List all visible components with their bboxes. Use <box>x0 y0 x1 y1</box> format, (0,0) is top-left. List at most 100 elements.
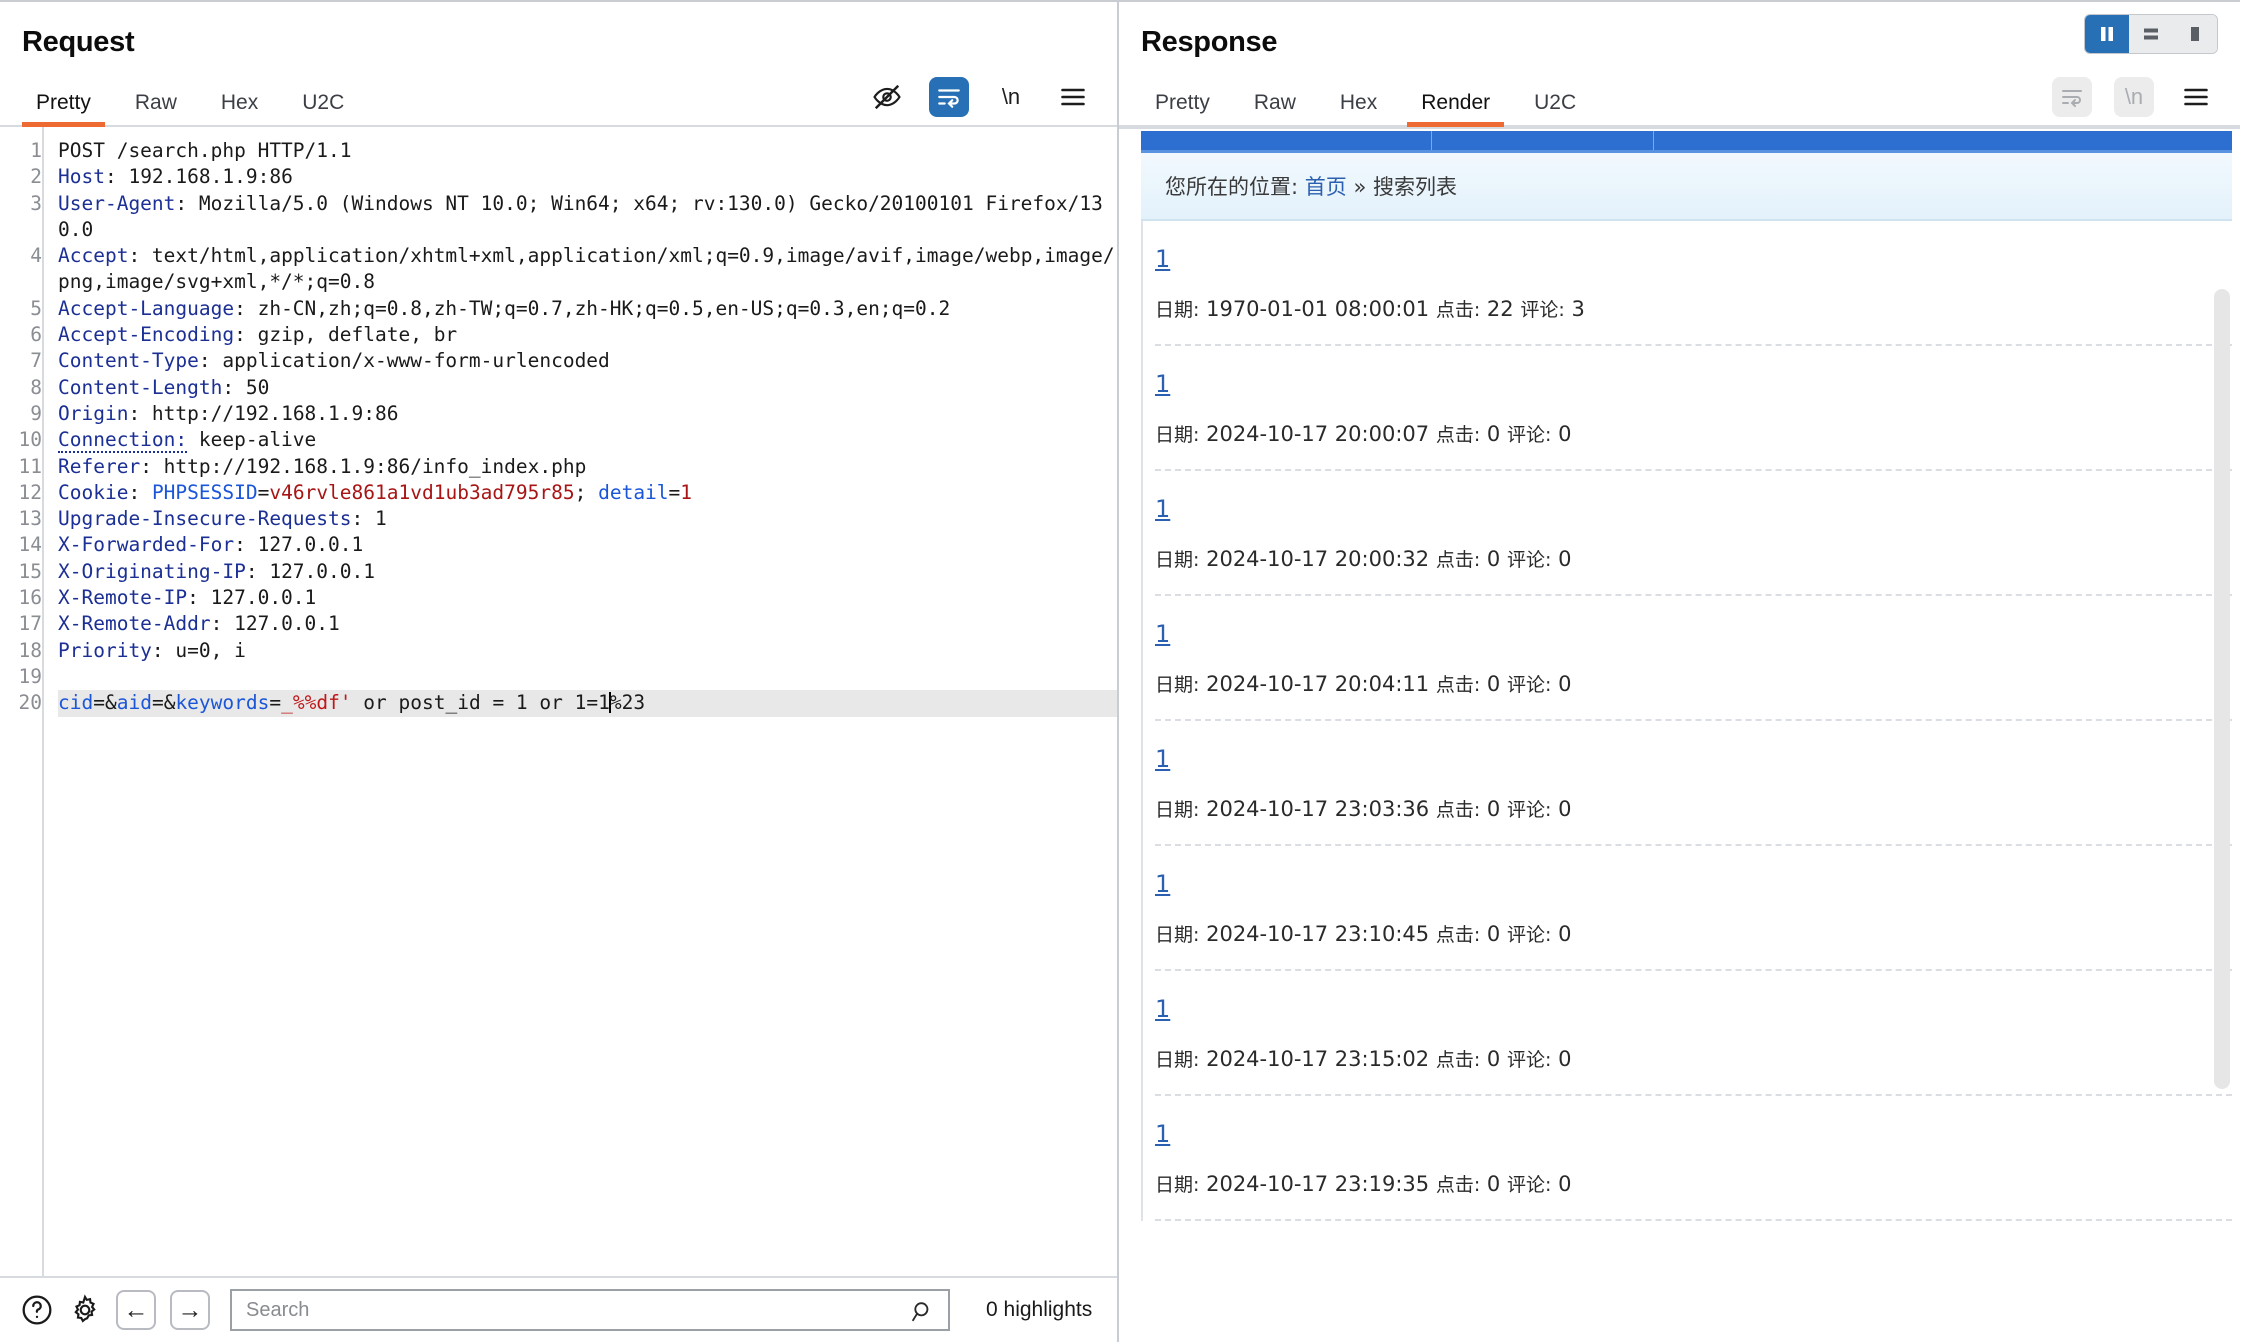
result-meta: 日期: 2024-10-17 23:10:45 点击: 0 评论: 0 <box>1155 920 2232 947</box>
comments-value: 0 <box>1558 1172 1572 1196</box>
date-value: 2024-10-17 23:15:02 <box>1206 1047 1430 1071</box>
hits-label: 点击: <box>1435 1174 1481 1196</box>
line-number: 1 <box>30 139 42 162</box>
line-number: 20 <box>18 691 42 715</box>
hits-label: 点击: <box>1435 299 1481 321</box>
date-label: 日期: <box>1155 299 1200 321</box>
result-title-link[interactable]: 1 <box>1155 870 1170 898</box>
comments-value: 0 <box>1558 547 1572 571</box>
show-newlines-icon[interactable]: \n <box>991 77 1031 117</box>
tab-request-pretty[interactable]: Pretty <box>14 91 113 127</box>
date-value: 2024-10-17 20:04:11 <box>1206 672 1430 696</box>
hits-label: 点击: <box>1435 1049 1481 1071</box>
request-line: User-Agent: Mozilla/5.0 (Windows NT 10.0… <box>58 191 1103 241</box>
split-vertical-icon[interactable] <box>2085 15 2129 53</box>
response-tabbar: Pretty Raw Hex Render U2C \n <box>1119 75 2240 127</box>
request-body-text[interactable]: POST /search.php HTTP/1.1 Host: 192.168.1… <box>42 127 1117 1276</box>
result-title-link[interactable]: 1 <box>1155 745 1170 773</box>
request-line: Host: 192.168.1.9:86 <box>58 165 293 189</box>
eye-off-icon[interactable] <box>867 77 907 117</box>
menu-icon[interactable] <box>1053 77 1093 117</box>
line-number: 14 <box>18 533 42 557</box>
list-item: 1 日期: 2024-10-17 23:15:02 点击: 0 评论: 0 <box>1155 971 2232 1096</box>
result-title-link[interactable]: 1 <box>1155 245 1170 273</box>
comments-label: 评论: <box>1506 674 1552 696</box>
breadcrumb-home-link[interactable]: 首页 <box>1305 175 1347 199</box>
word-wrap-icon[interactable] <box>929 77 969 117</box>
tab-request-u2c[interactable]: U2C <box>280 91 366 127</box>
list-item: 1 日期: 2024-10-17 20:04:11 点击: 0 评论: 0 <box>1155 596 2232 721</box>
request-panel-title: Request <box>22 26 135 58</box>
hits-value: 0 <box>1486 547 1501 571</box>
line-number: 3 <box>30 191 42 215</box>
menu-icon[interactable] <box>2176 77 2216 117</box>
show-newlines-icon[interactable]: \n <box>2114 77 2154 117</box>
request-line: Content-Length: 50 <box>58 375 270 399</box>
request-line: Upgrade-Insecure-Requests: 1 <box>58 507 387 531</box>
list-item: 1 日期: 2024-10-17 23:19:35 点击: 0 评论: 0 <box>1155 1096 2232 1221</box>
request-line: Accept: text/html,application/xhtml+xml,… <box>58 244 1115 294</box>
line-number: 15 <box>18 559 42 583</box>
request-editor[interactable]: 1 2 3 4 5 6 7 8 9 10 11 12 13 14 15 16 17 18 19 20 POST /se… <box>0 127 1117 1276</box>
response-scrollbar[interactable] <box>2214 289 2230 1089</box>
line-number: 19 <box>18 664 42 688</box>
highlight-count: 0 highlights <box>986 1298 1093 1321</box>
date-label: 日期: <box>1155 1174 1200 1196</box>
date-label: 日期: <box>1155 1049 1200 1071</box>
hits-label: 点击: <box>1435 799 1481 821</box>
date-value: 1970-01-01 08:00:01 <box>1206 297 1430 321</box>
tab-request-hex[interactable]: Hex <box>199 91 280 127</box>
response-pane: Response Pretty Raw Hex Render U2C \n 您所… <box>1119 0 2240 1342</box>
request-pane: Request Pretty Raw Hex U2C \n 1 2 3 4 5 … <box>0 0 1119 1342</box>
result-title-link[interactable]: 1 <box>1155 620 1170 648</box>
search-input[interactable] <box>232 1291 948 1329</box>
request-line: Accept-Language: zh-CN,zh;q=0.8,zh-TW;q=… <box>58 296 951 320</box>
response-toolbar: \n <box>2052 77 2240 127</box>
hits-value: 22 <box>1486 297 1514 321</box>
tab-response-render[interactable]: Render <box>1399 91 1512 127</box>
result-meta: 日期: 1970-01-01 08:00:01 点击: 22 评论: 3 <box>1155 295 2232 322</box>
line-number: 6 <box>30 323 42 347</box>
hits-value: 0 <box>1486 922 1501 946</box>
tab-request-raw[interactable]: Raw <box>113 91 199 127</box>
search-previous-button[interactable]: ← <box>116 1290 156 1330</box>
date-label: 日期: <box>1155 674 1200 696</box>
help-icon[interactable] <box>20 1293 54 1327</box>
hits-value: 0 <box>1486 797 1501 821</box>
tab-response-pretty[interactable]: Pretty <box>1133 91 1232 127</box>
result-title-link[interactable]: 1 <box>1155 495 1170 523</box>
search-next-button[interactable]: → <box>170 1290 210 1330</box>
tab-response-u2c[interactable]: U2C <box>1512 91 1598 127</box>
search-field-wrapper[interactable] <box>230 1289 950 1331</box>
comments-value: 0 <box>1558 422 1572 446</box>
tab-response-hex[interactable]: Hex <box>1318 91 1399 127</box>
request-line: X-Remote-IP: 127.0.0.1 <box>58 586 317 610</box>
result-title-link[interactable]: 1 <box>1155 1120 1170 1148</box>
split-horizontal-icon[interactable] <box>2129 15 2173 53</box>
line-number: 11 <box>18 454 42 478</box>
request-body-param-line: cid=&aid=&keywords=_%%df' or post_id = 1… <box>58 690 1117 717</box>
request-search-bar: ← → 0 highlights <box>0 1276 1117 1342</box>
result-title-link[interactable]: 1 <box>1155 370 1170 398</box>
search-icon <box>910 1299 936 1330</box>
hits-label: 点击: <box>1435 549 1481 571</box>
layout-toggle-group <box>2084 14 2218 54</box>
request-line: Accept-Encoding: gzip, deflate, br <box>58 323 458 347</box>
word-wrap-icon[interactable] <box>2052 77 2092 117</box>
comments-label: 评论: <box>1506 424 1552 446</box>
result-meta: 日期: 2024-10-17 20:00:32 点击: 0 评论: 0 <box>1155 545 2232 572</box>
line-number: 18 <box>18 638 42 662</box>
line-number: 7 <box>30 349 42 373</box>
comments-value: 0 <box>1558 672 1572 696</box>
tab-response-raw[interactable]: Raw <box>1232 91 1318 127</box>
hits-label: 点击: <box>1435 674 1481 696</box>
rendered-response[interactable]: 您所在的位置: 首页 » 搜索列表 1 日期: 1970-01-01 08:00:… <box>1119 127 2240 1342</box>
site-navigation-bar[interactable] <box>1141 131 2232 153</box>
hits-value: 0 <box>1486 1172 1501 1196</box>
gear-icon[interactable] <box>68 1293 102 1327</box>
date-label: 日期: <box>1155 549 1200 571</box>
single-pane-icon[interactable] <box>2173 15 2217 53</box>
line-number: 8 <box>30 375 42 399</box>
result-title-link[interactable]: 1 <box>1155 995 1170 1023</box>
request-toolbar: \n <box>867 77 1117 127</box>
